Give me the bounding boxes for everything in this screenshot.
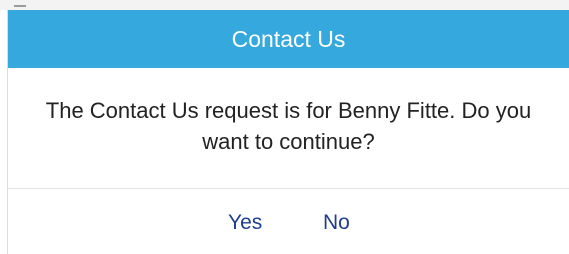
- dialog-header: Contact Us: [8, 10, 569, 68]
- no-button[interactable]: No: [317, 208, 356, 238]
- background-mark: [14, 0, 26, 7]
- dialog-message-line-2: want to continue?: [202, 129, 375, 154]
- dialog-title: Contact Us: [231, 25, 346, 52]
- screen: Contact Us The Contact Us request is for…: [0, 0, 569, 254]
- background-strip: [0, 0, 569, 10]
- dialog-divider: [8, 188, 569, 189]
- dialog-actions: Yes No: [8, 208, 569, 238]
- dialog-message: The Contact Us request is for Benny Fitt…: [8, 95, 569, 157]
- contact-us-dialog: Contact Us The Contact Us request is for…: [8, 10, 569, 254]
- yes-button[interactable]: Yes: [222, 208, 268, 238]
- dialog-message-line-1: The Contact Us request is for Benny Fitt…: [45, 98, 532, 123]
